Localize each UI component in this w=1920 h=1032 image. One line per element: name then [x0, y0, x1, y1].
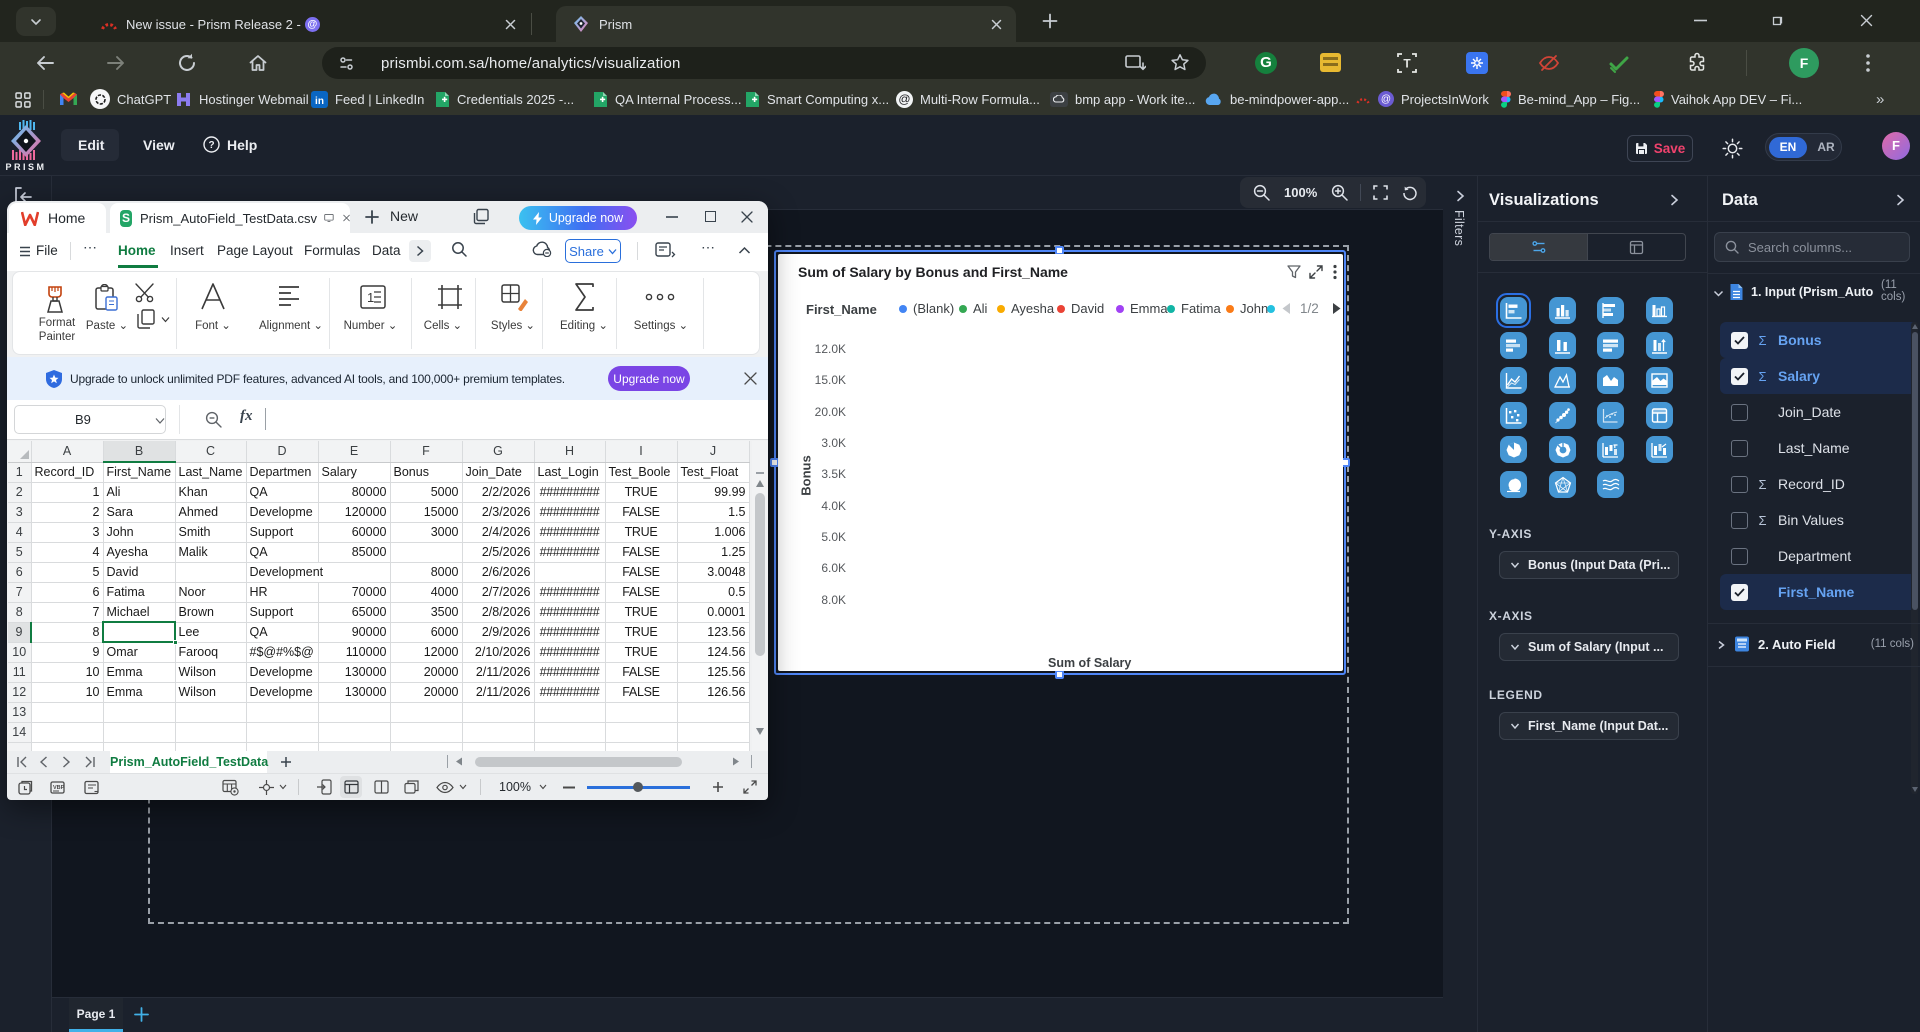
svg-text:VBP: VBP — [53, 785, 65, 791]
svg-text:1: 1 — [367, 290, 374, 305]
svg-text:?: ? — [208, 140, 214, 151]
svg-text:PRISM: PRISM — [6, 162, 46, 172]
svg-text:T: T — [1403, 57, 1411, 71]
